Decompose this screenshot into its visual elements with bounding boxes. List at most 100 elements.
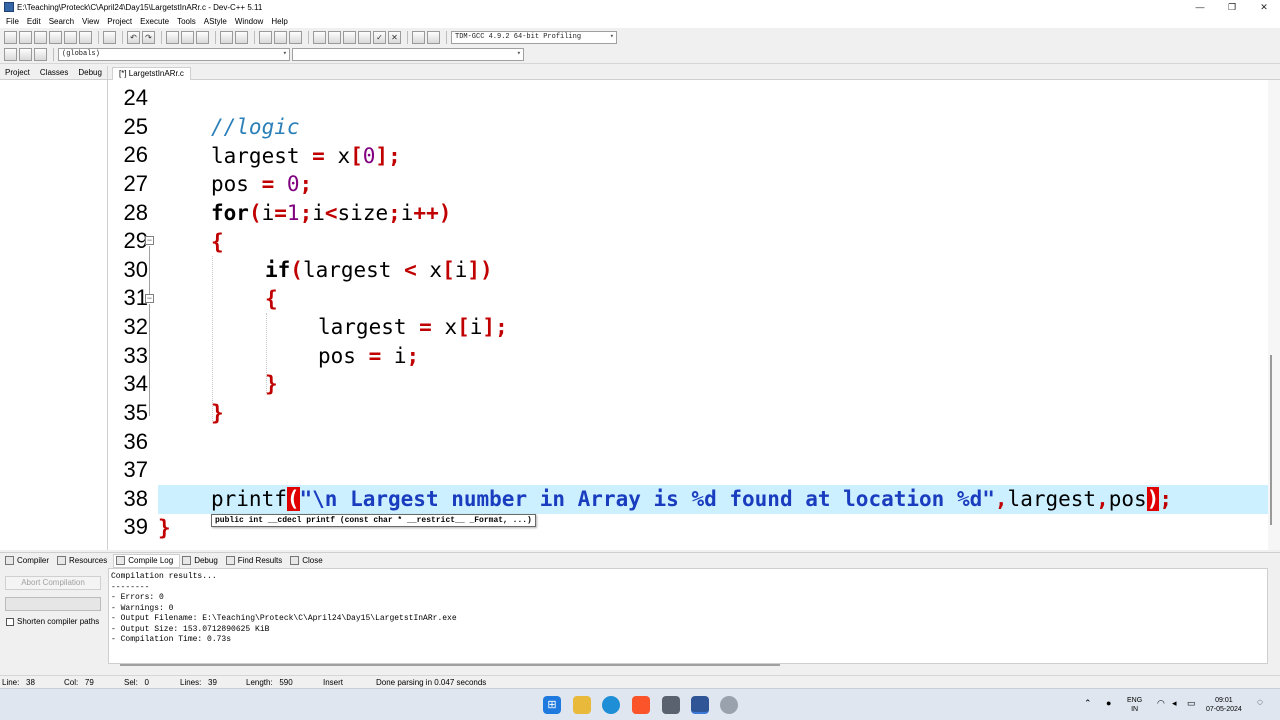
- compile-run-icon[interactable]: [343, 30, 356, 44]
- devcpp-taskbar-icon[interactable]: [691, 696, 709, 714]
- undo-icon[interactable]: ↶: [127, 30, 140, 44]
- tab-resources[interactable]: Resources: [55, 554, 113, 568]
- tab-classes[interactable]: Classes: [35, 66, 73, 79]
- editor-vertical-scrollbar[interactable]: [1268, 80, 1280, 550]
- compiler-select[interactable]: TDM-GCC 4.9.2 64-bit Profiling ▾: [451, 30, 617, 44]
- tab-debug[interactable]: Debug: [73, 66, 107, 79]
- new-file-icon[interactable]: [4, 30, 17, 44]
- identifier-token: x: [324, 144, 351, 168]
- indent-icon[interactable]: [220, 30, 233, 44]
- menu-tools[interactable]: Tools: [173, 17, 200, 26]
- tab-project[interactable]: Project: [0, 66, 35, 79]
- tab-largest-in-array-file[interactable]: [*] LargetstInARr.c: [112, 67, 191, 80]
- redo-icon[interactable]: ↷: [142, 30, 155, 44]
- menu-astyle[interactable]: AStyle: [200, 17, 231, 26]
- menu-view[interactable]: View: [78, 17, 103, 26]
- tab-debug-output[interactable]: Debug: [180, 554, 224, 568]
- forward-icon[interactable]: [274, 30, 287, 44]
- operator-token: ++: [413, 201, 439, 225]
- menu-execute[interactable]: Execute: [136, 17, 173, 26]
- language-indicator[interactable]: ENG IN: [1127, 696, 1142, 714]
- bookmark-icon[interactable]: [289, 30, 302, 44]
- chevron-down-icon: ▾: [282, 50, 287, 58]
- menu-file[interactable]: File: [2, 17, 23, 26]
- maximize-button[interactable]: ❐: [1216, 0, 1248, 14]
- shorten-paths-option[interactable]: Shorten compiler paths: [6, 617, 99, 626]
- check-syntax-icon[interactable]: ✓: [373, 30, 386, 44]
- tray-chevron-up-icon[interactable]: ⌃: [1084, 699, 1092, 708]
- shorten-paths-checkbox[interactable]: [6, 617, 14, 626]
- find-next-icon[interactable]: [196, 30, 209, 44]
- code-editor[interactable]: 24 25 26 27 28 29 30 31 32 33 34 35 36 3…: [108, 80, 1268, 550]
- battery-icon[interactable]: ▭: [1187, 699, 1196, 708]
- print-icon[interactable]: [103, 30, 116, 44]
- compile-controls: Abort Compilation Shorten compiler paths: [0, 568, 108, 675]
- find-icon[interactable]: [166, 30, 179, 44]
- identifier-token: i: [454, 258, 468, 282]
- toggle-bookmark-icon[interactable]: [19, 48, 32, 61]
- member-select[interactable]: ▾: [292, 48, 524, 61]
- abort-compilation-button[interactable]: Abort Compilation: [5, 576, 101, 590]
- windows-start-icon[interactable]: ⊞: [543, 696, 561, 714]
- tab-compile-log[interactable]: Compile Log: [113, 553, 181, 568]
- project-browser-tabs: Project Classes Debug: [0, 66, 107, 80]
- tab-close[interactable]: Close: [288, 554, 328, 568]
- stop-icon[interactable]: ✕: [388, 30, 401, 44]
- profile-icon[interactable]: [427, 30, 440, 44]
- clock[interactable]: 09:01 07-05-2024: [1206, 696, 1242, 714]
- menu-window[interactable]: Window: [231, 17, 267, 26]
- fold-line: [149, 304, 150, 416]
- chart-icon[interactable]: [412, 30, 425, 44]
- chevron-down-icon: ▾: [516, 50, 521, 58]
- tab-find-results[interactable]: Find Results: [224, 554, 288, 568]
- resources-icon: [57, 556, 67, 565]
- store-icon[interactable]: [662, 696, 680, 714]
- volume-icon[interactable]: ◂: [1172, 699, 1177, 708]
- unindent-icon[interactable]: [235, 30, 248, 44]
- keyword-token: if: [265, 258, 291, 282]
- fold-toggle-icon[interactable]: −: [145, 294, 154, 303]
- run-icon[interactable]: [328, 30, 341, 44]
- status-message: Done parsing in 0.047 seconds: [376, 678, 487, 687]
- back-icon[interactable]: [259, 30, 272, 44]
- settings-gear-icon[interactable]: [720, 696, 738, 714]
- code-line-25: //logic: [211, 113, 300, 141]
- compile-log-output[interactable]: Compilation results... -------- - Errors…: [108, 568, 1268, 664]
- wifi-icon[interactable]: ◠: [1157, 699, 1165, 708]
- identifier-token: pos: [211, 172, 262, 196]
- microphone-icon[interactable]: ●: [1106, 699, 1111, 708]
- tab-compiler[interactable]: Compiler: [3, 554, 55, 568]
- operator-token: ]): [467, 258, 493, 282]
- minimize-button[interactable]: —: [1184, 0, 1216, 14]
- fold-toggle-icon[interactable]: −: [145, 236, 154, 245]
- close-file-icon[interactable]: [64, 30, 77, 44]
- menu-edit[interactable]: Edit: [23, 17, 45, 26]
- menu-project[interactable]: Project: [103, 17, 136, 26]
- save-icon[interactable]: [34, 30, 47, 44]
- menu-help[interactable]: Help: [267, 17, 291, 26]
- scope-select[interactable]: (globals) ▾: [58, 48, 290, 61]
- close-all-icon[interactable]: [79, 30, 92, 44]
- identifier-token: largest: [1007, 487, 1097, 511]
- save-all-icon[interactable]: [49, 30, 62, 44]
- log-line: - Output Filename: E:\Teaching\Proteck\C…: [111, 614, 457, 623]
- open-file-icon[interactable]: [19, 30, 32, 44]
- brace-token: {: [211, 230, 224, 254]
- class-toolbar: (globals) ▾ ▾: [0, 46, 1280, 64]
- log-line: - Compilation Time: 0.73s: [111, 635, 232, 644]
- compiler-icon: [5, 556, 14, 565]
- log-horizontal-scrollbar[interactable]: [120, 664, 780, 666]
- rebuild-icon[interactable]: [358, 30, 371, 44]
- close-window-button[interactable]: ✕: [1248, 0, 1280, 14]
- compile-icon[interactable]: [313, 30, 326, 44]
- edge-browser-icon[interactable]: [602, 696, 620, 714]
- notification-bell-icon[interactable]: ◌: [1257, 698, 1263, 708]
- number-token: 0: [286, 172, 300, 196]
- brave-browser-icon[interactable]: [632, 696, 650, 714]
- file-explorer-icon[interactable]: [573, 696, 591, 714]
- scrollbar-thumb[interactable]: [1270, 355, 1272, 525]
- replace-icon[interactable]: [181, 30, 194, 44]
- insert-icon[interactable]: [4, 48, 17, 61]
- menu-search[interactable]: Search: [45, 17, 78, 26]
- goto-bookmark-icon[interactable]: [34, 48, 47, 61]
